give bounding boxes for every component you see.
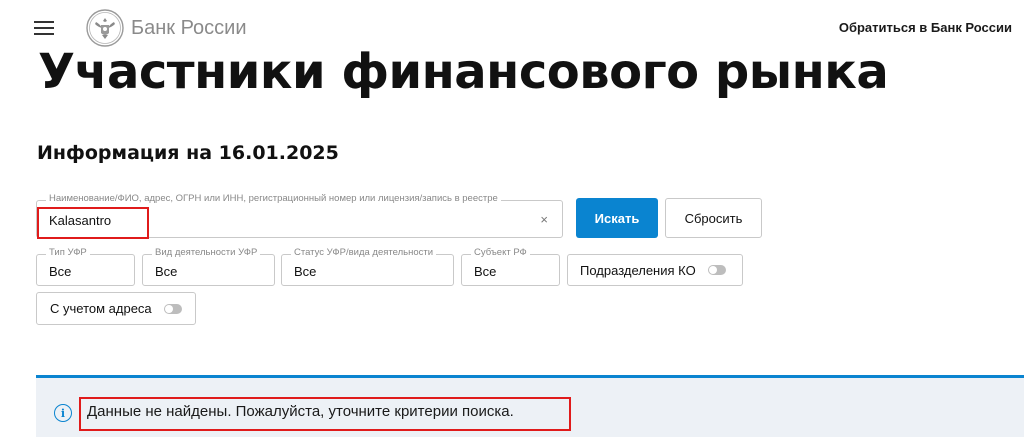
with-address-toggle[interactable]: С учетом адреса	[36, 292, 196, 325]
menu-icon[interactable]	[34, 20, 54, 36]
no-results-notice: i Данные не найдены. Пожалуйста, уточнит…	[36, 375, 1024, 437]
contact-bank-link[interactable]: Обратиться в Банк России	[839, 20, 1012, 35]
activity-type-select[interactable]: Вид деятельности УФР Все	[142, 247, 275, 286]
bank-logo[interactable]: Банк России	[86, 9, 247, 47]
logo-text: Банк России	[131, 16, 247, 39]
status-select[interactable]: Статус УФР/вида деятельности Все	[281, 247, 454, 286]
ko-divisions-label: Подразделения КО	[580, 262, 696, 278]
status-label: Статус УФР/вида деятельности	[291, 247, 437, 258]
search-input[interactable]: Наименование/ФИО, адрес, ОГРН или ИНН, р…	[36, 193, 563, 238]
reset-button[interactable]: Сбросить	[665, 198, 762, 238]
activity-type-value: Все	[155, 264, 178, 279]
status-value: Все	[294, 264, 317, 279]
info-icon: i	[54, 404, 72, 422]
region-value: Все	[474, 264, 497, 279]
eagle-emblem-icon	[86, 9, 124, 47]
ufr-type-value: Все	[49, 264, 72, 279]
notice-text: Данные не найдены. Пожалуйста, уточните …	[87, 403, 514, 420]
ufr-type-select[interactable]: Тип УФР Все	[36, 247, 135, 286]
with-address-label: С учетом адреса	[50, 301, 152, 316]
region-label: Субъект РФ	[471, 247, 530, 258]
clear-icon[interactable]: ×	[540, 212, 548, 227]
search-input-value[interactable]: Kalasantro	[49, 213, 111, 228]
info-date-heading: Информация на 16.01.2025	[37, 142, 339, 164]
search-input-label: Наименование/ФИО, адрес, ОГРН или ИНН, р…	[46, 193, 501, 204]
ufr-type-label: Тип УФР	[46, 247, 90, 258]
ko-divisions-toggle[interactable]: Подразделения КО	[567, 254, 743, 286]
region-select[interactable]: Субъект РФ Все	[461, 247, 560, 286]
search-button[interactable]: Искать	[576, 198, 658, 238]
toggle-switch-icon[interactable]	[707, 265, 726, 275]
activity-type-label: Вид деятельности УФР	[152, 247, 261, 258]
page-title: Участники финансового рынка	[38, 44, 889, 100]
toggle-switch-icon[interactable]	[163, 303, 182, 314]
